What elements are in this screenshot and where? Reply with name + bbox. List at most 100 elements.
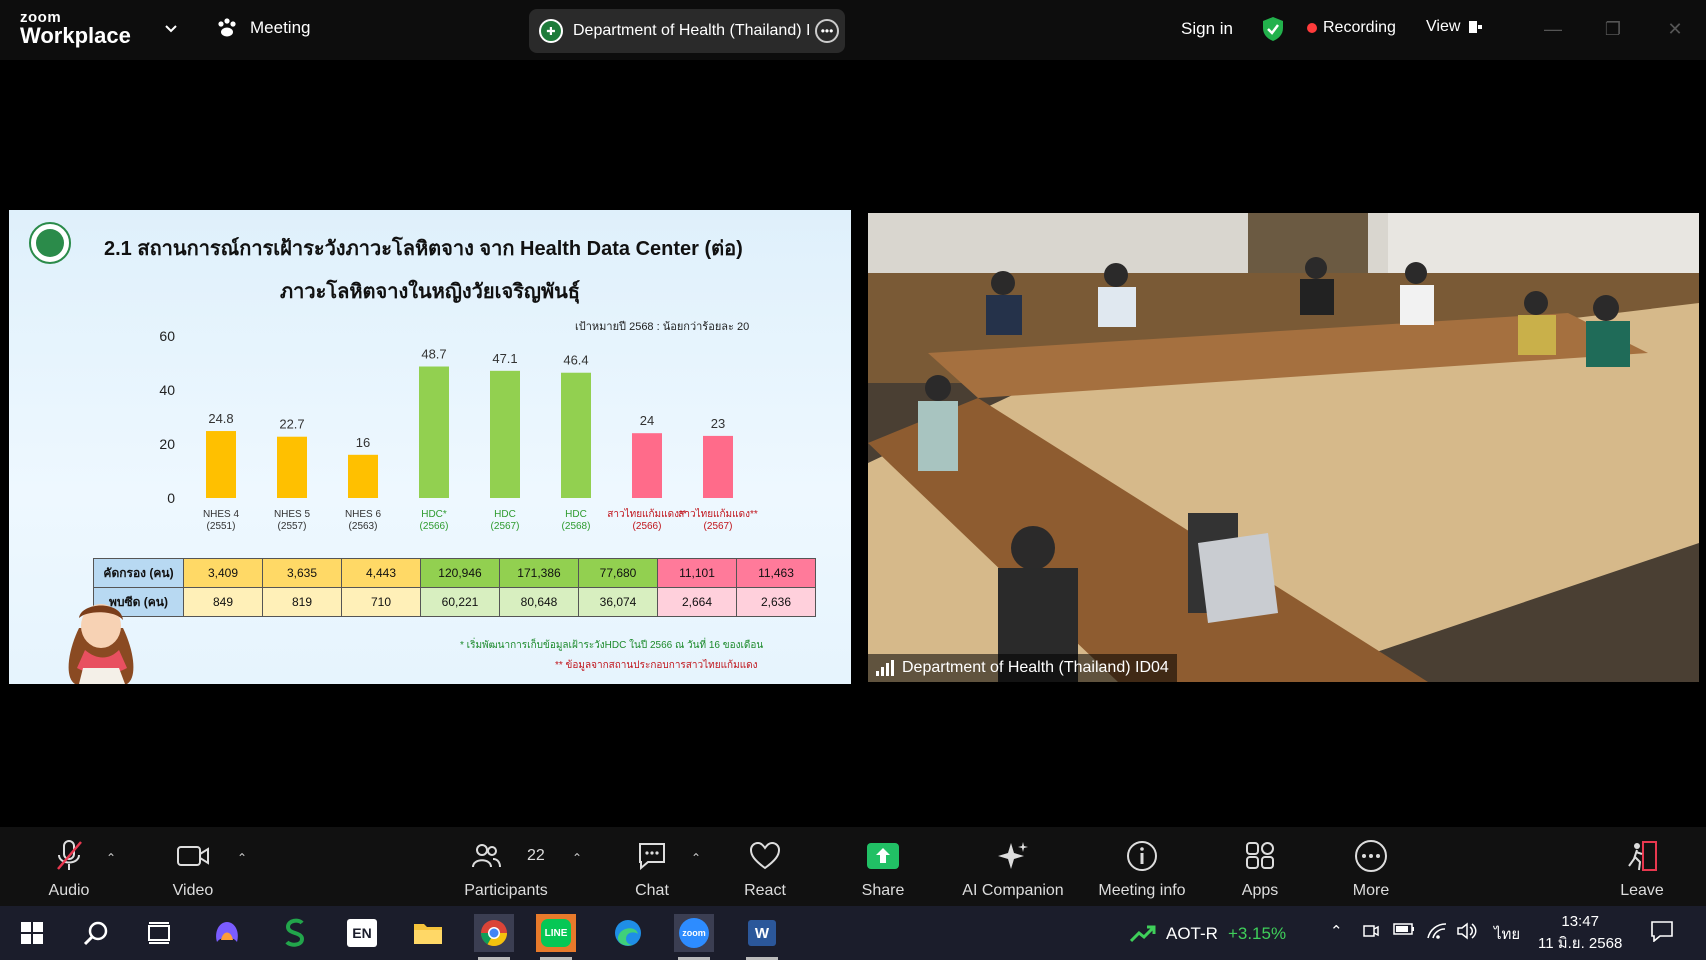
woman-illustration: [68, 604, 134, 684]
category-label: (2563): [349, 521, 378, 532]
bar-5: [490, 370, 520, 498]
table-cell: 2,664: [657, 587, 737, 617]
screening-table: คัดกรอง (คน) 3,409 3,635 4,443 120,946 171,38…: [93, 558, 816, 617]
category-label: NHES 5: [274, 509, 311, 520]
windows-start-icon[interactable]: [12, 914, 52, 952]
bar-7: [632, 433, 662, 498]
video-options-caret-icon[interactable]: ⌃: [237, 851, 247, 865]
chat-options-caret-icon[interactable]: ⌃: [691, 851, 701, 865]
zoom-workplace-logo[interactable]: zoom Workplace: [20, 10, 131, 47]
anemia-bar-chart: 60 40 20 0 24.8 NHES 4(2551) 22.7 NHES 5(2557) 1…: [159, 328, 758, 532]
category-label: HDC: [565, 509, 587, 520]
share-button[interactable]: Share: [853, 827, 913, 906]
participants-options-caret-icon[interactable]: ⌃: [572, 851, 582, 865]
mic-muted-icon: [57, 840, 82, 870]
meeting-label: Meeting: [250, 18, 311, 37]
close-icon[interactable]: ✕: [1660, 14, 1690, 44]
signal-bars-icon: [876, 660, 894, 676]
table-cell: 120,946: [420, 558, 500, 588]
category-label: (2551): [207, 521, 236, 532]
table-cell: 60,221: [420, 587, 500, 617]
react-label: React: [744, 882, 786, 899]
sign-in-button[interactable]: Sign in: [1181, 19, 1233, 39]
volume-icon[interactable]: [1456, 922, 1478, 944]
category-label: (2567): [704, 521, 733, 532]
bar-value-label: 22.7: [279, 417, 304, 432]
more-options-icon[interactable]: •••: [815, 19, 839, 43]
apps-button[interactable]: Apps: [1236, 827, 1284, 906]
line-app-icon[interactable]: LINE: [536, 914, 576, 960]
battery-icon[interactable]: [1393, 922, 1415, 940]
view-layout-icon: [1469, 21, 1483, 33]
clock-time: 13:47: [1561, 913, 1599, 930]
table-row: พบซีด (คน) 849 819 710 60,221 80,648 36,074 2,6…: [93, 587, 816, 617]
shield-check-icon[interactable]: [1262, 16, 1284, 42]
bar-3: [348, 454, 378, 498]
stock-ticker-widget[interactable]: AOT-R +3.15%: [1130, 924, 1286, 944]
chrome-icon[interactable]: [474, 914, 514, 960]
audio-button[interactable]: Audio: [36, 827, 102, 906]
table-row: คัดกรอง (คน) 3,409 3,635 4,443 120,946 171,38…: [93, 558, 816, 588]
language-indicator-icon[interactable]: EN: [342, 914, 382, 952]
recording-indicator[interactable]: Recording: [1307, 19, 1396, 37]
category-label: (2567): [491, 521, 520, 532]
more-label: More: [1352, 882, 1390, 899]
category-label: NHES 6: [345, 509, 382, 520]
leave-icon: [1628, 841, 1657, 871]
leave-button[interactable]: Leave: [1619, 827, 1665, 906]
view-button[interactable]: View: [1426, 18, 1484, 36]
meet-now-icon[interactable]: [1362, 922, 1380, 944]
table-cell: 80,648: [499, 587, 579, 617]
participant-name-label: Department of Health (Thailand) ID04: [868, 654, 1177, 682]
bar-value-label: 24: [640, 413, 654, 428]
language-badge: EN: [347, 919, 377, 947]
title-bar: zoom Workplace Meeting ✚ Department of H…: [0, 0, 1706, 60]
category-label: NHES 4: [203, 509, 240, 520]
zoom-taskbar-label: zoom: [679, 918, 709, 948]
chevron-down-icon[interactable]: [164, 22, 178, 36]
participants-button[interactable]: Participants: [458, 827, 554, 906]
wifi-icon[interactable]: [1426, 922, 1448, 944]
more-icon: [1355, 840, 1387, 872]
notifications-icon[interactable]: [1650, 920, 1674, 946]
audio-options-caret-icon[interactable]: ⌃: [106, 851, 116, 865]
more-button[interactable]: More: [1347, 827, 1395, 906]
chat-icon: [639, 843, 665, 871]
maximize-icon[interactable]: ❐: [1598, 14, 1628, 44]
table-cell: 710: [341, 587, 421, 617]
bar-2: [277, 436, 307, 498]
taskbar-clock[interactable]: 13:47 11 มิ.ย. 2568: [1538, 911, 1622, 955]
ai-companion-button[interactable]: AI Companion: [955, 827, 1071, 906]
react-button[interactable]: React: [735, 827, 795, 906]
table-cell: 77,680: [578, 558, 658, 588]
meeting-room-video: [868, 213, 1699, 682]
green-s-app-icon[interactable]: [275, 914, 315, 952]
table-cell: 11,463: [736, 558, 816, 588]
file-explorer-icon[interactable]: [408, 914, 448, 952]
minimize-icon[interactable]: —: [1538, 14, 1568, 44]
category-label: สาวไทยแก้มแดง**: [678, 508, 758, 520]
recording-dot-icon: [1307, 23, 1317, 33]
meeting-menu[interactable]: Meeting: [216, 18, 310, 38]
video-button[interactable]: Video: [160, 827, 226, 906]
meeting-title: Department of Health (Thailand) I: [573, 22, 811, 39]
chat-button[interactable]: Chat: [620, 827, 684, 906]
meeting-title-pill[interactable]: ✚ Department of Health (Thailand) I •••: [529, 9, 845, 53]
zoom-window: zoom Workplace Meeting ✚ Department of H…: [0, 0, 1706, 960]
participants-label: Participants: [464, 882, 548, 899]
category-label: HDC*: [421, 509, 447, 520]
task-view-icon[interactable]: [139, 914, 179, 952]
view-label: View: [1426, 18, 1461, 35]
apps-label: Apps: [1241, 882, 1279, 899]
word-icon[interactable]: W: [742, 914, 782, 960]
edge-icon[interactable]: [608, 914, 648, 952]
category-label: สาวไทยแก้มแดง**: [607, 508, 687, 520]
tray-chevron-up-icon[interactable]: ⌃: [1330, 922, 1343, 940]
input-method-indicator[interactable]: ไทย: [1494, 922, 1520, 946]
ai-companion-label: AI Companion: [962, 882, 1064, 899]
meeting-info-button[interactable]: Meeting info: [1090, 827, 1194, 906]
copilot-icon[interactable]: [207, 914, 247, 952]
zoom-taskbar-icon[interactable]: zoom: [674, 914, 714, 960]
participant-video-tile[interactable]: Department of Health (Thailand) ID04: [868, 213, 1699, 682]
search-icon[interactable]: [76, 914, 116, 952]
